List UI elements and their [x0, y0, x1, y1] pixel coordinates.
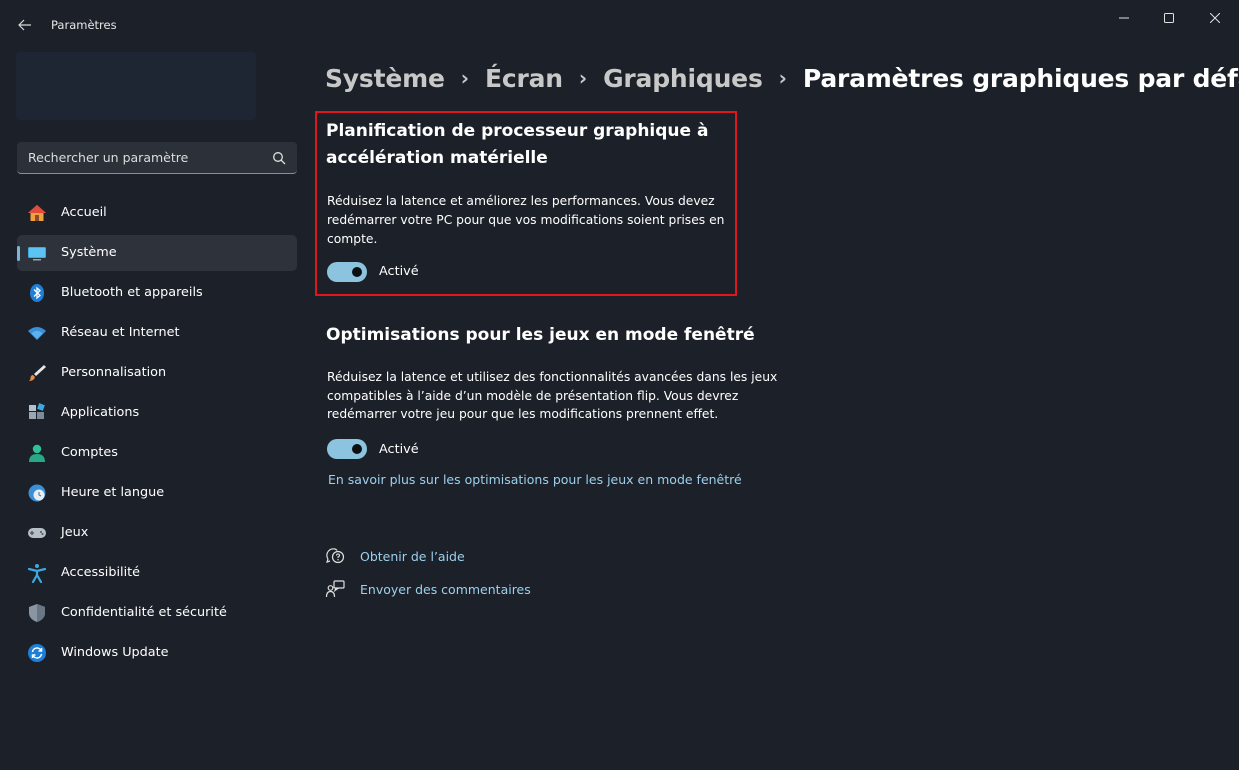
minimize-icon: [1119, 17, 1129, 19]
windowed-games-title: Optimisations pour les jeux en mode fenê…: [326, 325, 755, 345]
sidebar-item-heure[interactable]: Heure et langue: [17, 475, 297, 511]
toggle-knob: [352, 444, 362, 454]
bluetooth-icon: [27, 283, 47, 303]
shield-icon: [27, 603, 47, 623]
breadcrumb-separator: ›: [578, 66, 588, 90]
sidebar-item-label: Heure et langue: [61, 485, 165, 500]
wifi-icon: [27, 323, 47, 343]
windowed-games-toggle[interactable]: [327, 439, 367, 459]
app-title: Paramètres: [51, 18, 117, 32]
feedback-icon: [325, 580, 345, 598]
account-icon: [27, 443, 47, 463]
sidebar-item-systeme[interactable]: Système: [17, 235, 297, 271]
windowed-games-toggle-label: Activé: [379, 442, 419, 457]
get-help-label: Obtenir de l’aide: [360, 549, 465, 564]
sidebar-item-windows-update[interactable]: Windows Update: [17, 635, 297, 671]
breadcrumb-separator: ›: [778, 66, 787, 90]
sidebar-item-label: Comptes: [61, 445, 118, 460]
sidebar-item-applications[interactable]: Applications: [17, 395, 297, 431]
accessibility-icon: [27, 563, 47, 583]
sidebar-item-label: Confidentialité et sécurité: [61, 605, 227, 620]
clock-globe-icon: [27, 483, 47, 503]
sidebar-item-label: Bluetooth et appareils: [61, 285, 203, 300]
hags-toggle[interactable]: [327, 262, 367, 282]
back-button[interactable]: [10, 10, 40, 40]
breadcrumb-systeme[interactable]: Système: [325, 64, 445, 93]
send-feedback-label: Envoyer des commentaires: [360, 582, 531, 597]
sidebar-item-jeux[interactable]: Jeux: [17, 515, 297, 551]
maximize-icon: [1164, 13, 1174, 23]
system-display-icon: [27, 243, 47, 263]
close-button[interactable]: [1192, 3, 1238, 33]
sidebar-item-label: Système: [61, 245, 117, 260]
sidebar-item-accueil[interactable]: Accueil: [17, 195, 297, 231]
home-icon: [27, 203, 47, 223]
sidebar-item-reseau[interactable]: Réseau et Internet: [17, 315, 297, 351]
paintbrush-icon: [27, 363, 47, 383]
hags-description-line3: compte.: [327, 232, 378, 246]
hags-description-line1: Réduisez la latence et améliorez les per…: [327, 194, 715, 208]
windowed-games-description-line3: redémarrer votre jeu pour que les modifi…: [327, 407, 719, 421]
sidebar-nav: Accueil Système Bluetooth et appareils R…: [17, 195, 297, 675]
sidebar-item-comptes[interactable]: Comptes: [17, 435, 297, 471]
apps-icon: [27, 403, 47, 423]
sidebar-item-bluetooth[interactable]: Bluetooth et appareils: [17, 275, 297, 311]
sidebar-item-label: Accueil: [61, 205, 107, 220]
sidebar-item-accessibilite[interactable]: Accessibilité: [17, 555, 297, 591]
windowed-games-description-line1: Réduisez la latence et utilisez des fonc…: [327, 370, 778, 384]
toggle-knob: [352, 267, 362, 277]
windowed-games-description-line2: compatibles à l’aide d’un modèle de prés…: [327, 389, 739, 403]
gamepad-icon: [27, 523, 47, 543]
search-icon[interactable]: [272, 151, 286, 165]
sync-icon: [27, 643, 47, 663]
sidebar-item-personnalisation[interactable]: Personnalisation: [17, 355, 297, 391]
sidebar-item-label: Applications: [61, 405, 140, 420]
arrow-left-icon: [18, 19, 31, 31]
title-bar: Paramètres: [0, 0, 1239, 48]
breadcrumb-graphiques[interactable]: Graphiques: [603, 64, 763, 93]
hags-title-line1: Planification de processeur graphique à: [326, 121, 709, 141]
sidebar-item-label: Accessibilité: [61, 565, 141, 580]
minimize-button[interactable]: [1101, 3, 1147, 33]
breadcrumb-ecran[interactable]: Écran: [485, 64, 563, 93]
hags-toggle-label: Activé: [379, 264, 419, 279]
breadcrumb-separator: ›: [460, 66, 469, 90]
search-box: [17, 142, 297, 174]
sidebar-item-label: Personnalisation: [61, 365, 167, 380]
page-title: Paramètres graphiques par défaut: [802, 63, 1239, 93]
sidebar-item-confidentialite[interactable]: Confidentialité et sécurité: [17, 595, 297, 631]
windowed-games-learn-more-link[interactable]: En savoir plus sur les optimisations pou…: [328, 472, 742, 487]
sidebar-item-label: Jeux: [61, 525, 89, 540]
help-chat-icon: [326, 548, 345, 564]
hags-description-line2: redémarrer votre PC pour que vos modific…: [327, 213, 725, 227]
account-profile-card[interactable]: [16, 52, 256, 120]
hags-title-line2: accélération matérielle: [326, 148, 548, 168]
sidebar-item-label: Windows Update: [61, 645, 169, 660]
breadcrumb: Système › Écran › Graphiques › Paramètre…: [325, 58, 1239, 98]
sidebar-item-label: Réseau et Internet: [61, 325, 180, 340]
close-icon: [1210, 13, 1220, 23]
search-input[interactable]: [17, 142, 267, 173]
maximize-button[interactable]: [1146, 3, 1192, 33]
